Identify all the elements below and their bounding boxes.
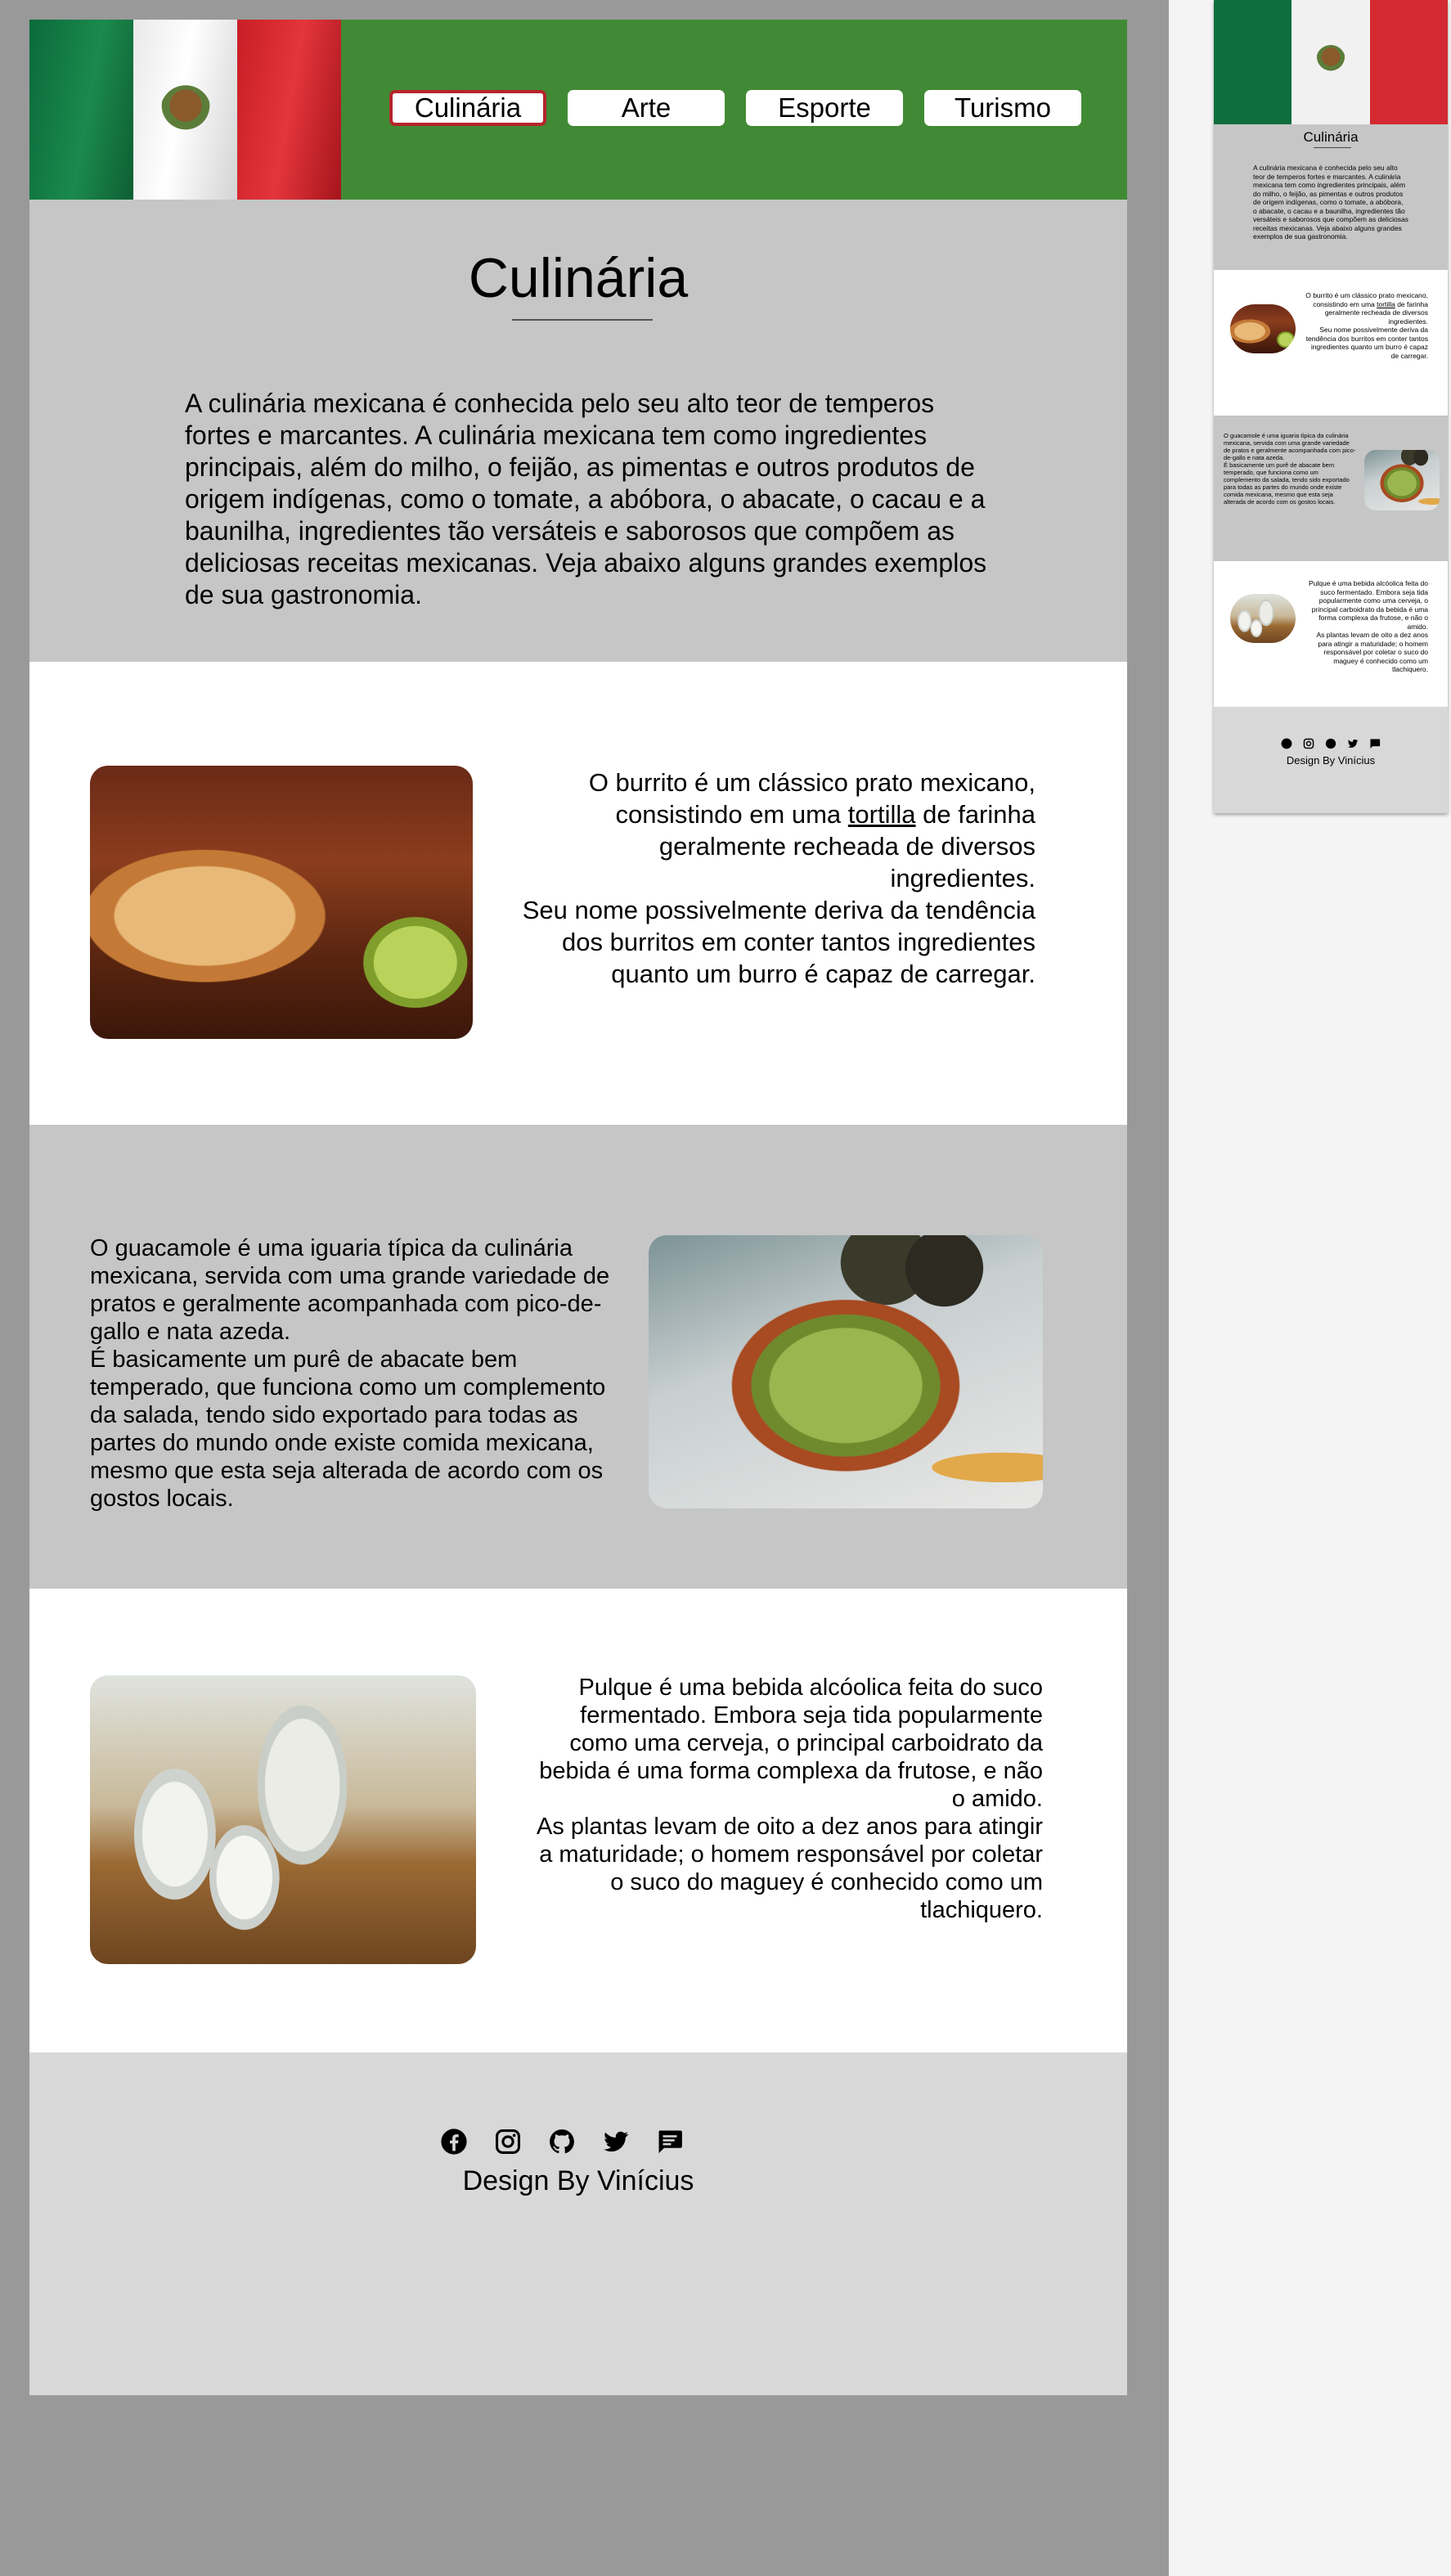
nav-arte-button[interactable]: Arte: [568, 90, 725, 126]
mobile-instagram-icon[interactable]: [1303, 738, 1314, 749]
coat-of-arms-icon: [159, 85, 211, 137]
chat-icon[interactable]: [656, 2128, 684, 2156]
header: Culinária Arte Esporte Turismo: [29, 20, 1127, 200]
mobile-preview: Culinária A culinária mexicana é conheci…: [1214, 0, 1448, 813]
guacamole-section: O guacamole é uma iguaria típica da culi…: [29, 1125, 1127, 1589]
footer: Design By Vinícius: [29, 2052, 1127, 2395]
intro-section: Culinária A culinária mexicana é conheci…: [29, 200, 1127, 662]
footer-credit: Design By Vinícius: [462, 2165, 694, 2196]
facebook-icon[interactable]: [440, 2128, 468, 2156]
guacamole-text: O guacamole é uma iguaria típica da culi…: [90, 1235, 610, 1512]
mobile-facebook-icon[interactable]: [1281, 738, 1292, 749]
nav-turismo-button[interactable]: Turismo: [924, 90, 1081, 126]
mobile-coat-of-arms-icon: [1315, 44, 1345, 74]
mobile-guacamole-text: O guacamole é uma iguaria típica da culi…: [1224, 432, 1356, 506]
mobile-flag-image: [1214, 0, 1448, 124]
desktop-page: Culinária Arte Esporte Turismo Culinária…: [29, 20, 1127, 2395]
guacamole-photo: [649, 1235, 1043, 1508]
burrito-section: O burrito é um clássico prato mexicano, …: [29, 662, 1127, 1125]
mobile-page-title: Culinária: [1303, 129, 1359, 145]
page-title: Culinária: [468, 247, 689, 309]
github-icon[interactable]: [548, 2128, 576, 2156]
social-icons: [29, 2128, 1127, 2156]
main-nav: Culinária Arte Esporte Turismo: [389, 90, 1081, 126]
burrito-text: O burrito é um clássico prato mexicano, …: [522, 768, 1035, 988]
mobile-pulque-section: Pulque é uma bebida alcóolica feita do s…: [1214, 561, 1448, 707]
burrito-photo: [90, 766, 473, 1039]
mobile-pulque-photo: [1230, 594, 1296, 643]
mobile-burrito-section: O burrito é um clássico prato mexicano, …: [1214, 270, 1448, 416]
mexico-flag-image: [29, 20, 341, 200]
mobile-intro-text: A culinária mexicana é conhecida pelo se…: [1253, 164, 1408, 241]
mobile-twitter-icon[interactable]: [1347, 738, 1359, 749]
mobile-footer: Design By Vinícius: [1214, 707, 1448, 811]
mobile-pulque-text: Pulque é uma bebida alcóolica feita do s…: [1308, 579, 1428, 673]
mobile-burrito-photo: [1230, 304, 1296, 353]
mobile-chat-icon[interactable]: [1369, 738, 1381, 749]
mobile-guacamole-section: O guacamole é uma iguaria típica da culi…: [1214, 416, 1448, 561]
mobile-github-icon[interactable]: [1325, 738, 1336, 749]
twitter-icon[interactable]: [602, 2128, 630, 2156]
mobile-guacamole-photo: [1364, 450, 1440, 510]
mobile-intro-section: Culinária A culinária mexicana é conheci…: [1214, 124, 1448, 270]
pulque-photo: [90, 1675, 476, 1964]
pulque-text: Pulque é uma bebida alcóolica feita do s…: [536, 1675, 1043, 1923]
mobile-title-divider: [1314, 147, 1351, 148]
intro-text: A culinária mexicana é conhecida pelo se…: [185, 389, 987, 609]
mobile-footer-credit: Design By Vinícius: [1286, 754, 1376, 767]
title-divider: [512, 319, 653, 321]
tortilla-link[interactable]: tortilla: [848, 800, 916, 829]
nav-esporte-button[interactable]: Esporte: [746, 90, 903, 126]
mobile-burrito-text: O burrito é um clássico prato mexicano, …: [1305, 291, 1428, 360]
mobile-social-icons: [1214, 738, 1448, 749]
page-backdrop: Culinária Arte Esporte Turismo Culinária…: [0, 0, 1169, 2576]
pulque-section: Pulque é uma bebida alcóolica feita do s…: [29, 1589, 1127, 2052]
instagram-icon[interactable]: [494, 2128, 522, 2156]
nav-culinaria-button[interactable]: Culinária: [389, 90, 546, 126]
